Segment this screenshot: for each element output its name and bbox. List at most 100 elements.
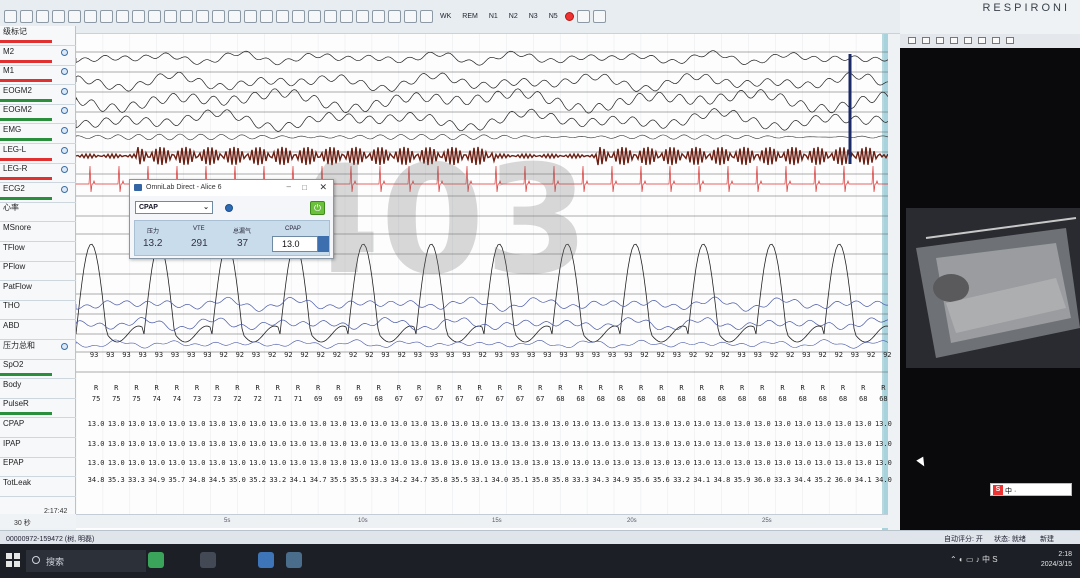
- patient-video-feed[interactable]: [906, 208, 1080, 368]
- ime-toolbar[interactable]: S 中 ·: [990, 483, 1072, 496]
- wave-tool7-icon[interactable]: [324, 10, 337, 23]
- report-icon[interactable]: [84, 10, 97, 23]
- stage-n1-button[interactable]: N1: [485, 13, 502, 20]
- windows-start-button[interactable]: [6, 553, 20, 567]
- channel-options-icon[interactable]: [61, 68, 68, 76]
- channel-label[interactable]: Body: [0, 379, 76, 399]
- app-sleepware-icon[interactable]: [258, 552, 274, 568]
- channel-options-icon[interactable]: [61, 87, 68, 95]
- video-tool-icon[interactable]: [1006, 37, 1014, 44]
- channel-label[interactable]: PatFlow: [0, 281, 76, 301]
- calc-icon[interactable]: [212, 10, 225, 23]
- cpap-control-dialog[interactable]: OmniLab Direct - Alice 6 – □ ✕ CPAP ⌄ ⏻ …: [129, 179, 334, 259]
- channel-label[interactable]: EOGM2: [0, 104, 76, 125]
- channel-label[interactable]: EOGM2: [0, 85, 76, 105]
- channel-label[interactable]: M1: [0, 65, 76, 86]
- channel-options-icon[interactable]: [61, 185, 68, 193]
- light-icon[interactable]: [180, 10, 193, 23]
- filter-icon[interactable]: [132, 10, 145, 23]
- wave-tool4-icon[interactable]: [276, 10, 289, 23]
- wave-tool10-icon[interactable]: [372, 10, 385, 23]
- video-tool-icon[interactable]: [992, 37, 1000, 44]
- cpap-spin-button[interactable]: [318, 236, 329, 252]
- wave-tool12-icon[interactable]: [404, 10, 417, 23]
- minimize-icon[interactable]: –: [287, 182, 291, 191]
- channel-label[interactable]: M2: [0, 46, 76, 66]
- montage-icon[interactable]: [116, 10, 129, 23]
- stage-extra2-icon[interactable]: [592, 10, 606, 23]
- wave-tool2-icon[interactable]: [244, 10, 257, 23]
- record-icon[interactable]: [564, 12, 574, 21]
- forward-icon[interactable]: [68, 10, 81, 23]
- print-icon[interactable]: [36, 10, 49, 23]
- video-tool-icon[interactable]: [978, 37, 986, 44]
- wave-tool5-icon[interactable]: [292, 10, 305, 23]
- taskbar-clock[interactable]: 2:18 2024/3/15: [1041, 550, 1072, 570]
- stage-rem-button[interactable]: REM: [458, 13, 482, 20]
- image-icon[interactable]: [196, 10, 209, 23]
- video-tool-icon[interactable]: [908, 37, 916, 44]
- channel-label[interactable]: TFlow: [0, 242, 76, 262]
- app-omnilab-icon[interactable]: [286, 552, 302, 568]
- cpap-dialog-titlebar[interactable]: OmniLab Direct - Alice 6 – □ ✕: [130, 180, 333, 196]
- back-icon[interactable]: [52, 10, 65, 23]
- task-view-icon[interactable]: [200, 552, 216, 568]
- video-tool-icon[interactable]: [936, 37, 944, 44]
- channel-label[interactable]: SpO2: [0, 359, 76, 380]
- channel-label[interactable]: IPAP: [0, 438, 76, 458]
- wave-tool3-icon[interactable]: [260, 10, 273, 23]
- channel-label[interactable]: MSnore: [0, 222, 76, 242]
- channel-options-icon[interactable]: [61, 127, 68, 134]
- channel-options-icon[interactable]: [61, 146, 68, 154]
- channel-label[interactable]: CPAP: [0, 418, 76, 438]
- stage-extra-icon[interactable]: [576, 10, 590, 23]
- event-icon[interactable]: [148, 10, 161, 23]
- wave-tool9-icon[interactable]: [356, 10, 369, 23]
- channel-label[interactable]: EMG: [0, 124, 76, 144]
- wave-tool-icon[interactable]: [228, 10, 241, 23]
- channel-label[interactable]: 级标记: [0, 26, 76, 46]
- channel-label[interactable]: LEG-R: [0, 163, 76, 184]
- stage-n5-button[interactable]: N5: [545, 13, 562, 20]
- zoom-icon[interactable]: [100, 10, 113, 23]
- channel-label[interactable]: EPAP: [0, 457, 76, 478]
- video-tool-icon[interactable]: [922, 37, 930, 44]
- ime-mode[interactable]: 中 ·: [1005, 488, 1016, 495]
- channel-label[interactable]: 心率: [0, 202, 76, 223]
- stage-wk-button[interactable]: WK: [436, 13, 455, 20]
- channel-options-icon[interactable]: [61, 48, 68, 56]
- mode-select[interactable]: CPAP ⌄: [135, 201, 213, 214]
- channel-options-icon[interactable]: [61, 166, 68, 174]
- system-tray[interactable]: ⌃ ◐ ▭ ♪ 中 S: [950, 554, 998, 565]
- stage-n2-button[interactable]: N2: [505, 13, 522, 20]
- taskbar-search[interactable]: 搜索: [26, 550, 146, 572]
- wave-tool13-icon[interactable]: [420, 10, 433, 23]
- channel-label[interactable]: TotLeak: [0, 477, 76, 497]
- cpap-setpoint-input[interactable]: 13.0: [272, 236, 318, 252]
- open-icon[interactable]: [4, 10, 17, 23]
- stage-n3-button[interactable]: N3: [525, 13, 542, 20]
- maximize-icon[interactable]: □: [302, 183, 307, 192]
- channel-label[interactable]: PulseR: [0, 398, 76, 419]
- wave-tool11-icon[interactable]: [388, 10, 401, 23]
- video-tool-icon[interactable]: [950, 37, 958, 44]
- time-scrollbar[interactable]: 5s 10s 15s 20s 25s: [76, 514, 888, 528]
- info-icon[interactable]: [225, 204, 233, 212]
- close-icon[interactable]: ✕: [319, 182, 327, 193]
- wave-tool8-icon[interactable]: [340, 10, 353, 23]
- recycle-icon[interactable]: [148, 552, 164, 568]
- channel-label[interactable]: 压力总和: [0, 340, 76, 360]
- power-button[interactable]: ⏻: [310, 201, 325, 215]
- channel-label[interactable]: LEG-L: [0, 144, 76, 164]
- channel-label[interactable]: THO: [0, 300, 76, 321]
- video-tool-icon[interactable]: [964, 37, 972, 44]
- epoch-length-select[interactable]: 30 秒: [14, 518, 31, 528]
- waveform-area[interactable]: 403: [76, 34, 888, 530]
- channel-label[interactable]: PFlow: [0, 261, 76, 282]
- channel-label[interactable]: ECG2: [0, 183, 76, 203]
- wave-tool6-icon[interactable]: [308, 10, 321, 23]
- channel-label[interactable]: ABD: [0, 320, 76, 340]
- marker-icon[interactable]: [164, 10, 177, 23]
- channel-options-icon[interactable]: [61, 107, 68, 115]
- channel-options-icon[interactable]: [61, 342, 68, 350]
